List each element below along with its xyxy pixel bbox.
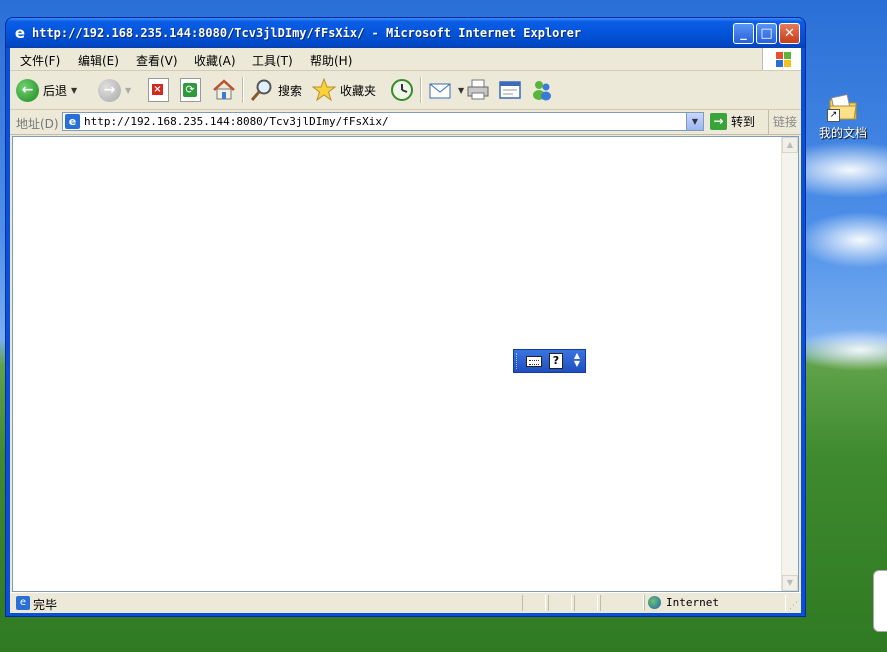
forward-dropdown-icon[interactable]: ▼ bbox=[125, 86, 131, 95]
links-toolbar[interactable]: 链接 bbox=[768, 110, 797, 134]
ie-logo-icon: e bbox=[14, 24, 26, 42]
keyboard-icon[interactable] bbox=[526, 356, 542, 367]
maximize-button[interactable]: □ bbox=[756, 23, 777, 44]
window-title: http://192.168.235.144:8080/Tcv3jlDImy/f… bbox=[32, 26, 582, 40]
menu-tools[interactable]: 工具(T) bbox=[252, 52, 293, 69]
standard-toolbar: ← 后退 ▼ → ▼ × ⟳ 搜索 收藏夹 ▼ bbox=[10, 71, 801, 110]
messenger-people-icon bbox=[533, 81, 551, 101]
help-icon[interactable]: ? bbox=[549, 353, 563, 369]
back-label: 后退 bbox=[43, 83, 68, 98]
address-url[interactable]: http://192.168.235.144:8080/Tcv3jlDImy/f… bbox=[84, 115, 389, 128]
refresh-icon: ⟳ bbox=[180, 78, 201, 102]
forward-arrow-icon: → bbox=[98, 78, 121, 102]
mail-icon bbox=[429, 83, 451, 99]
home-button[interactable] bbox=[212, 77, 236, 103]
resize-grip-icon[interactable]: ⋰ bbox=[789, 601, 798, 611]
page-content-area[interactable]: ▲ ▼ ? ▲ ▼ bbox=[12, 136, 799, 592]
favorites-star-icon bbox=[312, 78, 336, 102]
scroll-down-icon[interactable]: ▼ bbox=[782, 575, 798, 591]
minimize-button[interactable]: _ bbox=[733, 23, 754, 44]
menu-view[interactable]: 查看(V) bbox=[136, 52, 178, 69]
history-button[interactable] bbox=[390, 77, 414, 103]
ime-drag-handle[interactable] bbox=[516, 353, 520, 369]
address-label: 地址(D) bbox=[16, 117, 59, 131]
status-pane bbox=[600, 595, 644, 611]
window-client: 文件(F) 编辑(E) 查看(V) 收藏(A) 工具(T) 帮助(H) ← 后退… bbox=[10, 48, 801, 613]
globe-icon bbox=[648, 596, 661, 609]
my-documents-shortcut[interactable]: ↗ 我的文档 bbox=[812, 92, 874, 141]
security-zone: Internet bbox=[648, 596, 719, 609]
status-pane bbox=[522, 595, 546, 611]
forward-button[interactable]: → ▼ bbox=[98, 77, 131, 103]
edit-button[interactable] bbox=[498, 77, 522, 103]
menu-help[interactable]: 帮助(H) bbox=[310, 52, 352, 69]
scroll-up-icon[interactable]: ▲ bbox=[782, 137, 798, 153]
printer-icon bbox=[467, 79, 489, 100]
address-bar: 地址(D) e http://192.168.235.144:8080/Tcv3… bbox=[10, 110, 801, 135]
ie-window: e http://192.168.235.144:8080/Tcv3jlDImy… bbox=[6, 18, 805, 616]
windows-flag-icon bbox=[762, 48, 801, 70]
back-button[interactable]: ← 后退 ▼ bbox=[16, 77, 77, 103]
stop-icon: × bbox=[148, 78, 169, 102]
menu-file[interactable]: 文件(F) bbox=[20, 52, 60, 69]
desktop-icon-label: 我的文档 bbox=[818, 126, 867, 140]
address-input[interactable]: e http://192.168.235.144:8080/Tcv3jlDImy… bbox=[62, 112, 704, 131]
go-button[interactable]: → 转到 bbox=[710, 113, 755, 130]
search-icon bbox=[250, 79, 272, 101]
menu-favorites[interactable]: 收藏(A) bbox=[194, 52, 236, 69]
back-dropdown-icon[interactable]: ▼ bbox=[71, 86, 77, 95]
search-label: 搜索 bbox=[278, 83, 303, 98]
mail-button[interactable]: ▼ bbox=[428, 77, 464, 103]
edit-page-icon bbox=[499, 81, 521, 99]
menu-bar: 文件(F) 编辑(E) 查看(V) 收藏(A) 工具(T) 帮助(H) bbox=[10, 48, 801, 71]
status-bar: e 完毕 Internet ⋰ bbox=[10, 592, 801, 613]
go-label: 转到 bbox=[731, 115, 756, 129]
title-bar[interactable]: e http://192.168.235.144:8080/Tcv3jlDImy… bbox=[6, 18, 805, 48]
print-button[interactable] bbox=[466, 77, 490, 103]
vertical-scrollbar[interactable]: ▲ ▼ bbox=[781, 137, 798, 591]
address-dropdown-icon[interactable]: ▼ bbox=[686, 113, 703, 130]
refresh-button[interactable]: ⟳ bbox=[180, 77, 201, 103]
shortcut-arrow-icon: ↗ bbox=[827, 109, 840, 122]
zone-label: Internet bbox=[666, 596, 719, 609]
toolbar-separator bbox=[242, 77, 244, 103]
status-pane bbox=[574, 595, 598, 611]
page-ie-icon: e bbox=[65, 114, 80, 129]
ime-options-icon[interactable]: ▲ ▼ bbox=[572, 352, 582, 370]
status-text: 完毕 bbox=[33, 598, 58, 612]
status-pane bbox=[548, 595, 572, 611]
stop-button[interactable]: × bbox=[148, 77, 169, 103]
mail-dropdown-icon[interactable]: ▼ bbox=[458, 86, 464, 95]
folder-icon: ↗ bbox=[827, 92, 859, 122]
page-status-icon: e bbox=[16, 596, 30, 610]
favorites-label: 收藏夹 bbox=[340, 83, 377, 98]
back-arrow-icon: ← bbox=[16, 78, 39, 102]
history-icon bbox=[391, 79, 413, 101]
close-button[interactable]: ✕ bbox=[779, 23, 800, 44]
home-icon bbox=[213, 79, 235, 100]
partial-window-edge bbox=[873, 570, 887, 632]
search-button[interactable]: 搜索 bbox=[250, 77, 302, 103]
ime-language-bar[interactable]: ? ▲ ▼ bbox=[513, 349, 586, 373]
messenger-button[interactable] bbox=[530, 77, 554, 103]
go-arrow-icon: → bbox=[710, 113, 727, 130]
favorites-button[interactable]: 收藏夹 bbox=[312, 77, 376, 103]
menu-edit[interactable]: 编辑(E) bbox=[78, 52, 119, 69]
toolbar-separator bbox=[420, 77, 422, 103]
